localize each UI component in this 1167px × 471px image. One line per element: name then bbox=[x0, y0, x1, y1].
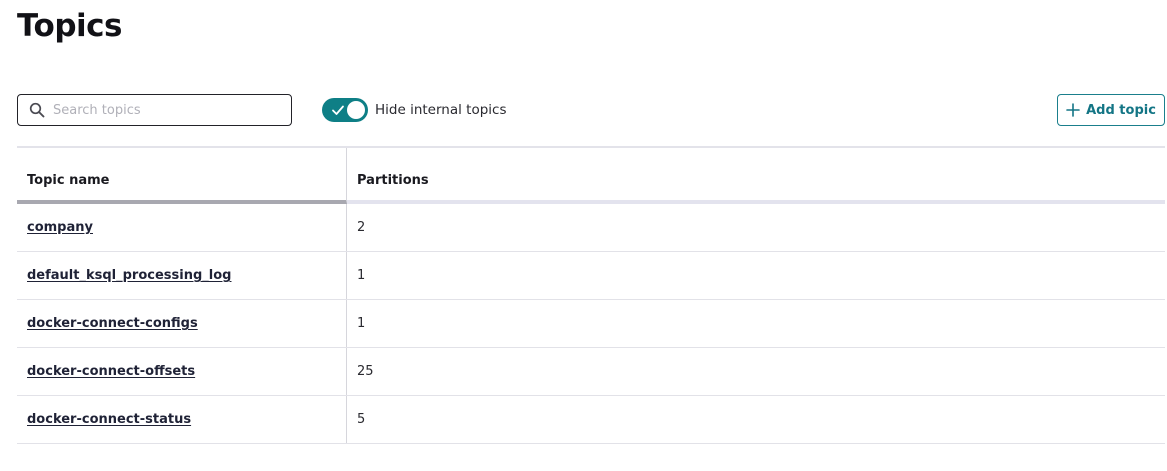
page-title: Topics bbox=[17, 8, 122, 44]
topic-link[interactable]: default_ksql_processing_log bbox=[27, 268, 231, 283]
table-row: default_ksql_processing_log 1 bbox=[17, 252, 1165, 300]
partitions-cell: 5 bbox=[357, 412, 366, 427]
topics-table: Topic name Partitions company 2 default_… bbox=[17, 146, 1165, 444]
table-header: Topic name Partitions bbox=[17, 148, 1165, 204]
search-input[interactable] bbox=[53, 102, 273, 118]
checkmark-icon bbox=[332, 105, 344, 115]
table-row: company 2 bbox=[17, 204, 1165, 252]
search-icon bbox=[29, 101, 47, 119]
toggle-switch[interactable] bbox=[322, 98, 368, 122]
topic-link[interactable]: docker-connect-status bbox=[27, 412, 191, 427]
partitions-cell: 1 bbox=[357, 268, 366, 283]
column-header-partitions[interactable]: Partitions bbox=[347, 148, 1165, 204]
column-header-topic-name[interactable]: Topic name bbox=[17, 148, 347, 204]
topic-link[interactable]: docker-connect-offsets bbox=[27, 364, 195, 379]
table-row: docker-connect-status 5 bbox=[17, 396, 1165, 444]
table-row: docker-connect-configs 1 bbox=[17, 300, 1165, 348]
toggle-knob bbox=[347, 101, 365, 119]
partitions-cell: 1 bbox=[357, 316, 366, 331]
table-row: docker-connect-offsets 25 bbox=[17, 348, 1165, 396]
partitions-cell: 2 bbox=[357, 220, 366, 235]
add-topic-button[interactable]: Add topic bbox=[1057, 94, 1165, 126]
topic-link[interactable]: docker-connect-configs bbox=[27, 316, 198, 331]
plus-icon bbox=[1066, 103, 1080, 117]
hide-internal-topics-toggle[interactable]: Hide internal topics bbox=[322, 98, 507, 122]
partitions-cell: 25 bbox=[357, 364, 374, 379]
search-box[interactable] bbox=[17, 94, 292, 126]
topic-link[interactable]: company bbox=[27, 220, 93, 235]
add-topic-label: Add topic bbox=[1086, 102, 1156, 118]
toggle-label: Hide internal topics bbox=[375, 102, 507, 118]
topics-page: Topics Hide internal topics Add topic bbox=[0, 0, 1167, 471]
